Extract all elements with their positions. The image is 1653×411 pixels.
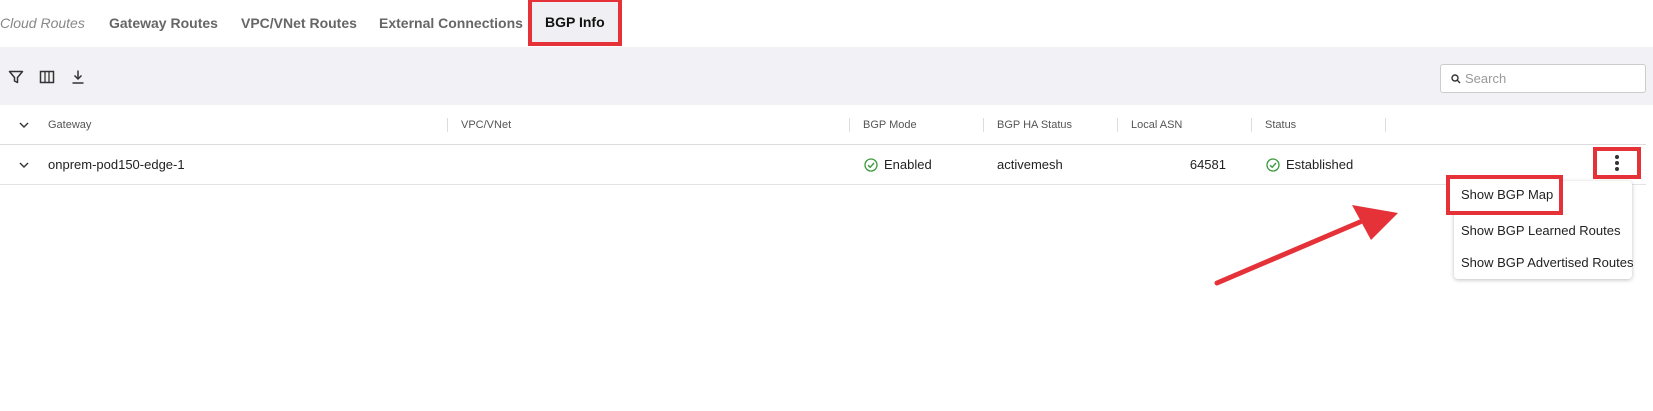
toolbar — [0, 47, 1653, 105]
filter-icon[interactable] — [8, 69, 24, 85]
row-actions-menu: Show BGP Map Show BGP Learned Routes Sho… — [1446, 175, 1633, 279]
annotation-arrow — [1214, 205, 1398, 286]
kebab-dot — [1615, 167, 1619, 171]
status-cell: Established — [1266, 145, 1353, 185]
table-row[interactable]: onprem-pod150-edge-1 Enabled activemesh … — [0, 145, 1646, 185]
bgp-mode-value: Enabled — [884, 157, 932, 172]
column-divider[interactable] — [447, 118, 448, 132]
gateway-cell: onprem-pod150-edge-1 — [48, 157, 185, 172]
check-circle-icon — [1266, 157, 1280, 172]
columns-icon[interactable] — [39, 69, 55, 85]
column-header-gateway[interactable]: Gateway — [48, 105, 91, 145]
column-header-local-asn[interactable]: Local ASN — [1131, 105, 1182, 145]
tab-gateway-routes[interactable]: Gateway Routes — [109, 0, 218, 47]
bgp-ha-status-cell: activemesh — [997, 157, 1063, 172]
expand-all-chevron-icon[interactable] — [18, 119, 30, 131]
menu-item-show-bgp-learned-routes[interactable]: Show BGP Learned Routes — [1454, 215, 1632, 247]
column-header-vpc-vnet[interactable]: VPC/VNet — [461, 105, 511, 145]
column-divider[interactable] — [849, 118, 850, 132]
menu-item-show-bgp-map[interactable]: Show BGP Map — [1446, 175, 1563, 215]
download-icon[interactable] — [70, 69, 86, 85]
status-value: Established — [1286, 157, 1354, 172]
table-header: Gateway VPC/VNet BGP Mode BGP HA Status … — [0, 105, 1646, 145]
tab-external-connections[interactable]: External Connections — [379, 0, 523, 47]
column-divider[interactable] — [1117, 118, 1118, 132]
local-asn-cell: 64581 — [1189, 157, 1226, 172]
column-header-bgp-mode[interactable]: BGP Mode — [863, 105, 917, 145]
row-actions-kebab-button[interactable] — [1593, 147, 1641, 179]
menu-item-show-bgp-advertised-routes[interactable]: Show BGP Advertised Routes — [1454, 247, 1633, 279]
bgp-mode-cell: Enabled — [864, 145, 932, 185]
expand-row-chevron-icon[interactable] — [18, 159, 30, 171]
tab-bar: Cloud Routes Gateway Routes VPC/VNet Rou… — [0, 0, 1653, 47]
column-divider[interactable] — [1385, 118, 1386, 132]
search-input[interactable] — [1465, 65, 1640, 92]
tab-cloud-routes[interactable]: Cloud Routes — [0, 0, 85, 47]
search-box — [1440, 64, 1646, 93]
check-circle-icon — [864, 157, 878, 172]
column-divider[interactable] — [983, 118, 984, 132]
column-header-status[interactable]: Status — [1265, 105, 1296, 145]
kebab-dot — [1615, 161, 1619, 165]
kebab-dot — [1615, 155, 1619, 159]
column-header-bgp-ha-status[interactable]: BGP HA Status — [997, 105, 1072, 145]
column-divider[interactable] — [1251, 118, 1252, 132]
search-icon — [1451, 74, 1461, 84]
tab-bgp-info[interactable]: BGP Info — [528, 0, 622, 46]
tab-vpc-vnet-routes[interactable]: VPC/VNet Routes — [241, 0, 357, 47]
